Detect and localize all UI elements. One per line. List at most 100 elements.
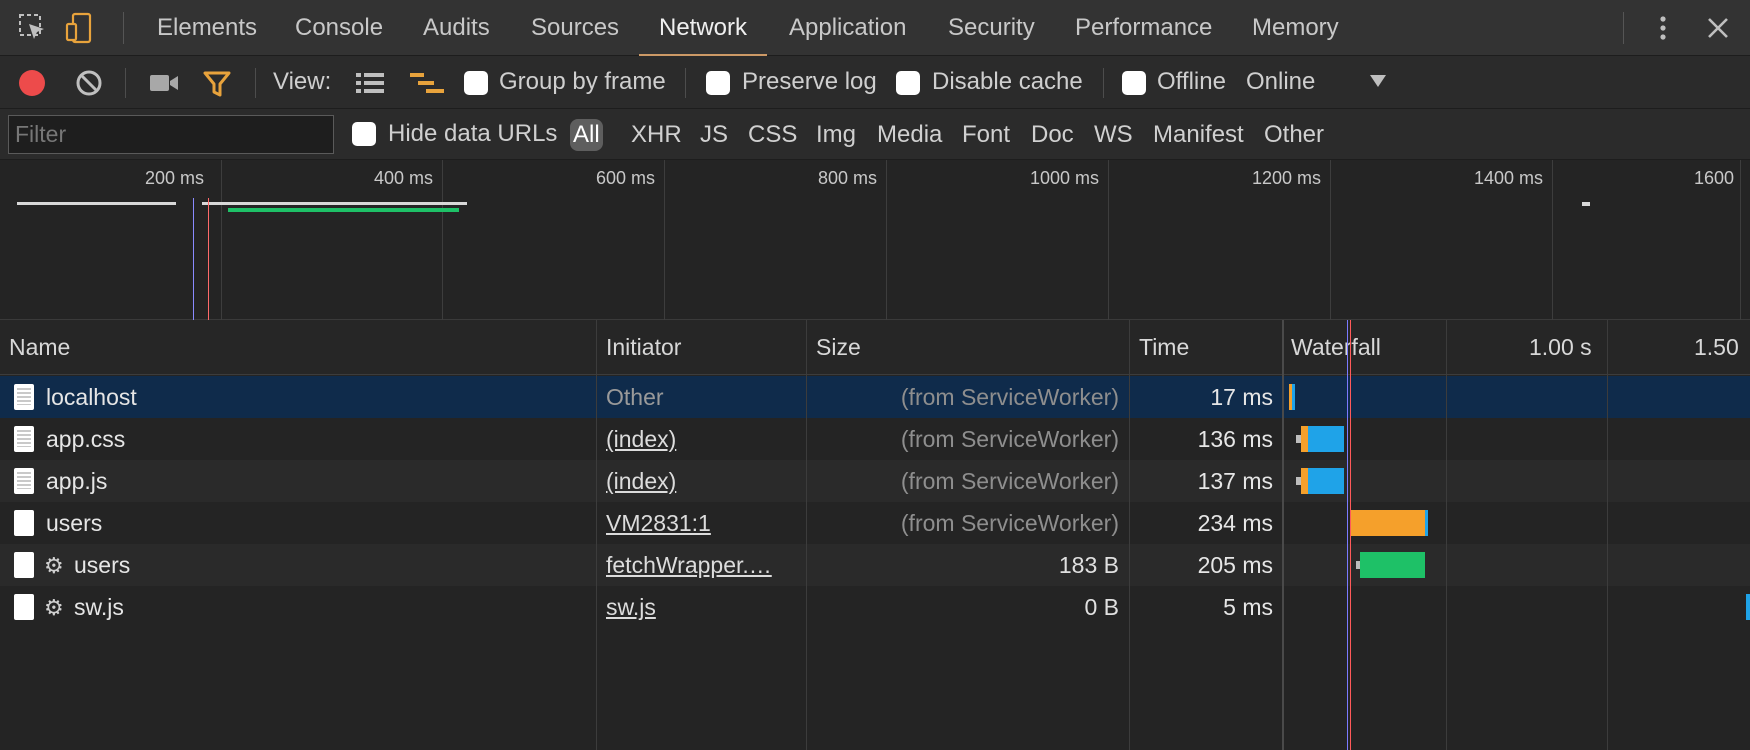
row-name: app.css xyxy=(46,426,126,452)
disable-cache-label: Disable cache xyxy=(932,68,1083,95)
tab-console[interactable]: Console xyxy=(295,0,383,56)
group-by-frame-label: Group by frame xyxy=(499,68,666,95)
list-view-icon[interactable] xyxy=(356,72,384,94)
inspect-element-icon[interactable] xyxy=(17,12,49,44)
column-header-waterfall[interactable]: Waterfall xyxy=(1282,320,1381,375)
type-filter-all[interactable]: All xyxy=(570,119,603,151)
toolbar-separator xyxy=(125,68,126,98)
tab-separator xyxy=(123,12,124,44)
waterfall-tick-label: 1.50 xyxy=(1694,334,1739,360)
row-initiator-link[interactable]: fetchWrapper.… xyxy=(597,544,806,586)
type-filter-js[interactable]: JS xyxy=(700,119,728,151)
row-name: users xyxy=(46,510,103,536)
overview-gridline xyxy=(664,160,665,320)
close-icon[interactable] xyxy=(1702,12,1734,44)
waterfall-bar xyxy=(1308,468,1344,494)
group-by-frame-checkbox[interactable] xyxy=(464,71,488,95)
row-size: (from ServiceWorker) xyxy=(900,468,1119,494)
device-toolbar-icon[interactable] xyxy=(63,12,95,44)
overview-gridline xyxy=(1740,160,1741,320)
table-row[interactable]: app.js (index) (from ServiceWorker) 137 … xyxy=(0,460,1750,502)
waterfall-gridline xyxy=(1446,320,1447,750)
row-size: (from ServiceWorker) xyxy=(900,510,1119,536)
row-size: (from ServiceWorker) xyxy=(900,384,1119,410)
table-row[interactable]: ⚙ users fetchWrapper.… 183 B 205 ms xyxy=(0,544,1750,586)
row-initiator-link[interactable]: (index) xyxy=(597,418,806,460)
overview-gridline xyxy=(221,160,222,320)
filter-input[interactable] xyxy=(8,115,334,154)
offline-checkbox[interactable] xyxy=(1122,71,1146,95)
tab-elements[interactable]: Elements xyxy=(157,0,257,56)
overview-request-bar xyxy=(202,202,467,205)
load-event-marker xyxy=(208,198,209,320)
throttling-select[interactable]: Online xyxy=(1246,68,1315,96)
overview-tick-label: 1000 ms xyxy=(1030,168,1100,188)
tab-memory[interactable]: Memory xyxy=(1252,0,1339,56)
table-row[interactable]: localhost Other (from ServiceWorker) 17 … xyxy=(0,376,1750,418)
overview-tick-label: 1400 ms xyxy=(1474,168,1544,188)
dropdown-arrow-icon[interactable] xyxy=(1369,74,1387,88)
row-name: app.js xyxy=(46,468,108,494)
overview-gridline xyxy=(442,160,443,320)
table-row[interactable]: users VM2831:1 (from ServiceWorker) 234 … xyxy=(0,502,1750,544)
capture-screenshots-icon[interactable] xyxy=(149,71,179,95)
tab-sources[interactable]: Sources xyxy=(531,0,619,56)
column-divider[interactable] xyxy=(1129,320,1130,750)
overview-tick-label: 400 ms xyxy=(374,168,434,188)
column-header-name[interactable]: Name xyxy=(0,320,70,375)
row-initiator: Other xyxy=(606,384,664,410)
toolbar-separator xyxy=(685,68,686,98)
filter-icon[interactable] xyxy=(203,70,231,98)
tab-network[interactable]: Network xyxy=(638,0,768,56)
gear-icon: ⚙ xyxy=(44,553,64,578)
type-filter-doc[interactable]: Doc xyxy=(1031,119,1074,151)
tab-performance[interactable]: Performance xyxy=(1075,0,1212,56)
overview-request-bar xyxy=(228,208,459,212)
column-header-time[interactable]: Time xyxy=(1130,320,1189,375)
waterfall-bar xyxy=(1301,426,1308,452)
type-filter-css[interactable]: CSS xyxy=(748,119,797,151)
row-initiator-link[interactable]: VM2831:1 xyxy=(597,502,806,544)
record-dot xyxy=(19,70,45,96)
row-name-cell: ⚙ users xyxy=(0,544,596,586)
row-time: 136 ms xyxy=(1197,426,1273,452)
table-row[interactable]: app.css (index) (from ServiceWorker) 136… xyxy=(0,418,1750,460)
type-filter-xhr[interactable]: XHR xyxy=(631,119,682,151)
type-filter-ws[interactable]: WS xyxy=(1094,119,1133,151)
column-divider[interactable] xyxy=(596,320,597,750)
type-filter-manifest[interactable]: Manifest xyxy=(1153,119,1244,151)
type-filter-font[interactable]: Font xyxy=(962,119,1010,151)
network-toolbar: View: Group by frame Preserve log Disabl… xyxy=(0,56,1750,109)
column-divider[interactable] xyxy=(806,320,807,750)
waterfall-gridline xyxy=(1607,320,1608,750)
row-name: sw.js xyxy=(74,594,124,620)
waterfall-bar xyxy=(1289,384,1295,410)
tab-security[interactable]: Security xyxy=(948,0,1035,56)
disable-cache-checkbox[interactable] xyxy=(896,71,920,95)
column-divider[interactable] xyxy=(1282,320,1284,750)
tab-audits[interactable]: Audits xyxy=(423,0,490,56)
preserve-log-checkbox[interactable] xyxy=(706,71,730,95)
waterfall-bar xyxy=(1360,552,1425,578)
row-initiator-link[interactable]: sw.js xyxy=(597,586,806,628)
waterfall-bar xyxy=(1425,510,1428,536)
more-vert-icon[interactable] xyxy=(1647,12,1679,44)
type-filter-media[interactable]: Media xyxy=(877,119,942,151)
timeline-overview[interactable]: 200 ms 400 ms 600 ms 800 ms 1000 ms 1200… xyxy=(0,160,1750,320)
table-row[interactable]: ⚙ sw.js sw.js 0 B 5 ms xyxy=(0,586,1750,628)
tab-application[interactable]: Application xyxy=(789,0,906,56)
filter-bar: Hide data URLs All XHR JS CSS Img Media … xyxy=(0,109,1750,160)
hide-data-urls-checkbox[interactable] xyxy=(352,122,376,146)
type-filter-img[interactable]: Img xyxy=(816,119,856,151)
clear-icon[interactable] xyxy=(75,69,103,97)
overview-gridline xyxy=(1552,160,1553,320)
record-icon[interactable] xyxy=(18,69,46,97)
waterfall-view-icon[interactable] xyxy=(410,72,444,94)
type-filter-other[interactable]: Other xyxy=(1264,119,1324,151)
row-time: 17 ms xyxy=(1210,384,1273,410)
column-header-initiator[interactable]: Initiator xyxy=(597,320,681,375)
column-header-size[interactable]: Size xyxy=(807,320,861,375)
overview-gridline xyxy=(1108,160,1109,320)
table-header: Name Initiator Size Time Waterfall 1.00 … xyxy=(0,320,1750,375)
row-initiator-link[interactable]: (index) xyxy=(597,460,806,502)
